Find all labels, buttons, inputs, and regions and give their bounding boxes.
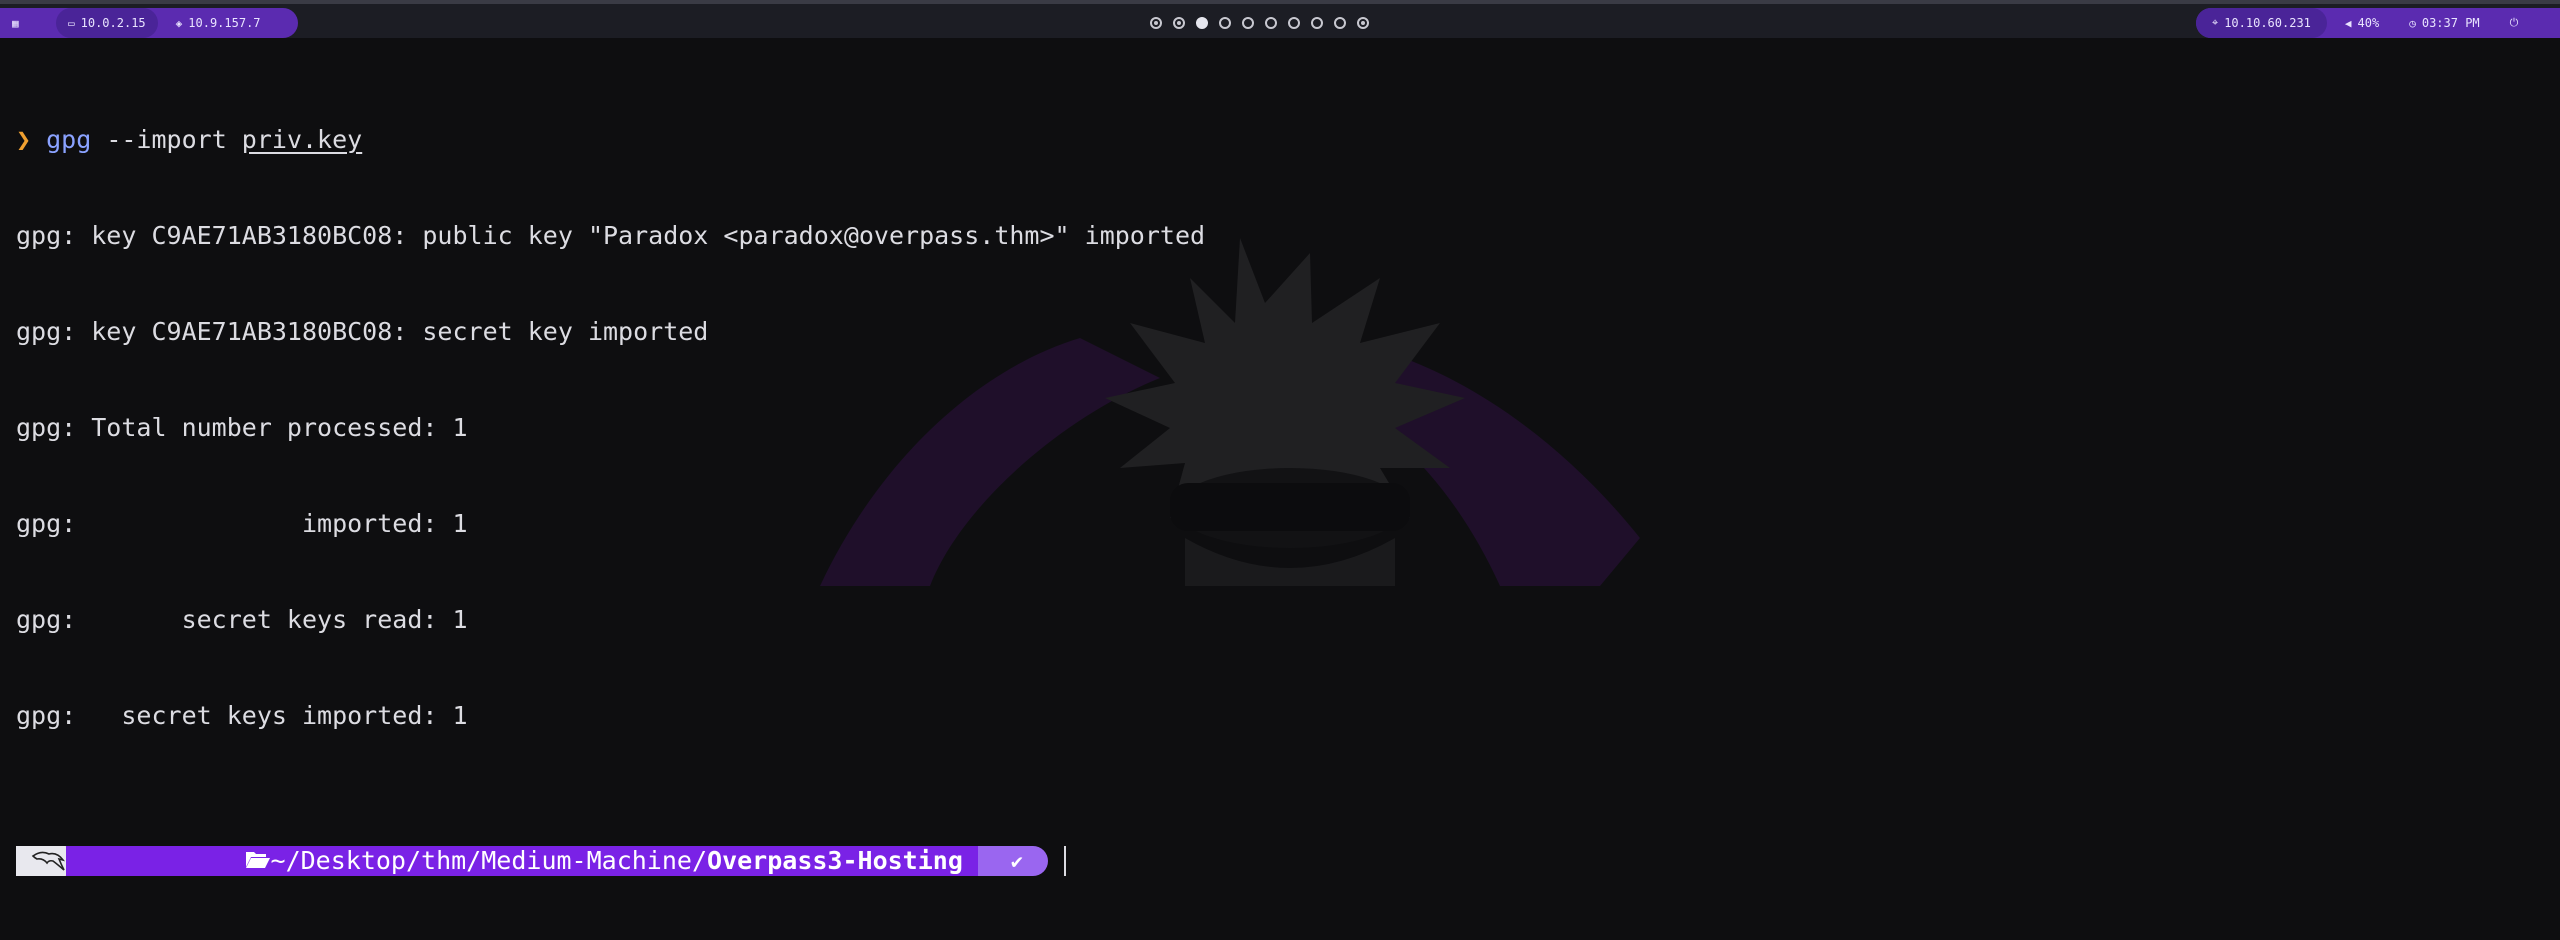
- shield-icon: ◈: [175, 16, 183, 30]
- check-icon: ✔: [1010, 849, 1023, 873]
- vpn-ip-widget[interactable]: ◈ 10.9.157.7: [164, 8, 273, 38]
- command-file: priv.key: [241, 125, 363, 154]
- workspace-switcher: [1150, 4, 1369, 42]
- menu-button[interactable]: ▦: [12, 8, 50, 38]
- command-name: gpg: [46, 125, 92, 154]
- workspace-3[interactable]: [1196, 17, 1208, 29]
- clock-icon: ◷: [2409, 16, 2416, 30]
- power-icon: ⏻: [2509, 16, 2519, 29]
- shell-prompt: ~/Desktop/thm/Medium-Machine/Overpass3-H…: [16, 844, 2536, 878]
- vpn-ip-label: 10.9.157.7: [188, 16, 261, 30]
- workspace-7[interactable]: [1288, 17, 1300, 29]
- cwd-segment: ~/Desktop/thm/Medium-Machine/Overpass3-H…: [66, 846, 993, 876]
- left-status-group: ▦ ▭ 10.0.2.15 ◈ 10.9.157.7: [0, 8, 298, 38]
- cwd-prefix: ~/Desktop/thm/Medium-Machine/: [270, 846, 708, 875]
- prompt-arrow: ❯: [16, 125, 32, 154]
- output-line: gpg: imported: 1: [16, 509, 468, 538]
- workspace-8[interactable]: [1311, 17, 1323, 29]
- output-line: gpg: Total number processed: 1: [16, 413, 468, 442]
- output-line: gpg: key C9AE71AB3180BC08: public key "P…: [16, 221, 1206, 250]
- output-line: gpg: key C9AE71AB3180BC08: secret key im…: [16, 317, 709, 346]
- kali-dragon-icon: [31, 851, 65, 871]
- workspace-5[interactable]: [1242, 17, 1254, 29]
- target-icon: ⌖: [2212, 16, 2219, 29]
- grid-icon: ▦: [12, 16, 19, 30]
- prompt-segments: ~/Desktop/thm/Medium-Machine/Overpass3-H…: [16, 846, 1066, 876]
- workspace-9[interactable]: [1334, 17, 1346, 29]
- text-cursor[interactable]: [1063, 846, 1066, 876]
- clock-label: 03:37 PM: [2421, 16, 2480, 30]
- volume-widget[interactable]: ◀ 40%: [2333, 8, 2391, 38]
- top-bar: ▦ ▭ 10.0.2.15 ◈ 10.9.157.7 ⌖ 10.10.60.23…: [0, 0, 2560, 38]
- target-ip-widget[interactable]: ⌖ 10.10.60.231: [2196, 8, 2327, 38]
- workspace-1[interactable]: [1150, 17, 1162, 29]
- cwd-current: Overpass3-Hosting: [707, 846, 963, 875]
- local-ip-label: 10.0.2.15: [80, 16, 146, 30]
- folder-open-icon: [94, 813, 271, 909]
- target-ip-label: 10.10.60.231: [2224, 16, 2311, 30]
- command-line: ❯ gpg --import priv.key: [16, 124, 2536, 156]
- output-line: gpg: secret keys read: 1: [16, 605, 468, 634]
- workspace-6[interactable]: [1265, 17, 1277, 29]
- workspace-10[interactable]: [1357, 17, 1369, 29]
- output-line: gpg: secret keys imported: 1: [16, 701, 468, 730]
- power-button[interactable]: ⏻: [2498, 8, 2531, 38]
- right-status-group: ⌖ 10.10.60.231 ◀ 40% ◷ 03:37 PM ⏻: [2196, 8, 2560, 38]
- workspace-2[interactable]: [1173, 17, 1185, 29]
- local-ip-widget[interactable]: ▭ 10.0.2.15: [56, 8, 158, 38]
- volume-label: 40%: [2357, 16, 2380, 30]
- monitor-icon: ▭: [68, 16, 75, 30]
- status-segment: ✔: [977, 846, 1048, 876]
- command-args: --import: [91, 125, 242, 154]
- terminal-output: ❯ gpg --import priv.key gpg: key C9AE71A…: [16, 60, 2536, 910]
- workspace-4[interactable]: [1219, 17, 1231, 29]
- speaker-icon: ◀: [2344, 16, 2352, 30]
- clock-widget[interactable]: ◷ 03:37 PM: [2397, 8, 2491, 38]
